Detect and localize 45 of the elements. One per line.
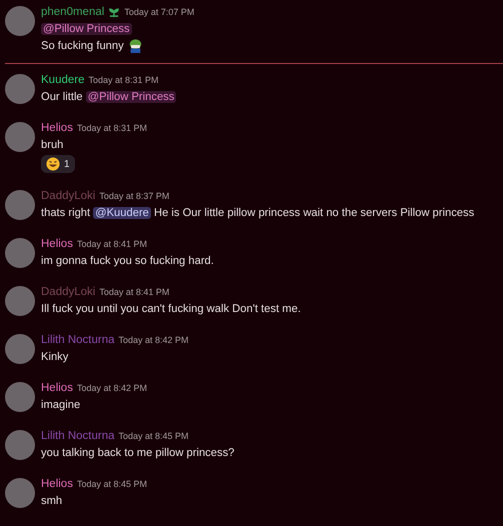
timestamp: Today at 8:37 PM xyxy=(99,191,170,201)
mention[interactable]: @Kuudere xyxy=(93,206,151,218)
username[interactable]: Helios xyxy=(41,238,73,250)
timestamp: Today at 7:07 PM xyxy=(124,7,194,17)
mention[interactable]: @Pillow Princess xyxy=(86,90,176,102)
laughing-face-icon xyxy=(46,157,60,171)
message-text: Kinky xyxy=(41,350,68,362)
timestamp: Today at 8:41 PM xyxy=(99,287,170,297)
username[interactable]: phen0menal xyxy=(41,6,104,18)
message-text: Our little xyxy=(41,90,84,102)
username[interactable]: Lilith Nocturna xyxy=(41,430,115,442)
username[interactable]: Kuudere xyxy=(41,74,84,86)
username[interactable]: Helios xyxy=(41,122,73,134)
avatar[interactable] xyxy=(5,334,35,364)
timestamp: Today at 8:45 PM xyxy=(118,431,189,441)
avatar[interactable] xyxy=(5,122,35,152)
avatar[interactable] xyxy=(5,430,35,460)
avatar[interactable] xyxy=(5,190,35,220)
timestamp: Today at 8:42 PM xyxy=(76,383,148,393)
reaction-button[interactable]: 1 xyxy=(41,155,75,173)
avatar[interactable] xyxy=(5,6,35,36)
timestamp: Today at 8:31 PM xyxy=(88,75,159,85)
timestamp: Today at 8:41 PM xyxy=(76,239,148,249)
message-text: So fucking funny xyxy=(41,40,124,52)
username[interactable]: Helios xyxy=(41,382,73,394)
avatar[interactable] xyxy=(5,478,35,508)
avatar[interactable] xyxy=(5,238,35,268)
message-text: im gonna fuck you so fucking hard. xyxy=(41,254,214,266)
avatar[interactable] xyxy=(5,74,35,104)
message-text: He is Our little pillow princess wait no the servers Pillow princess xyxy=(152,206,474,218)
leaf-icon xyxy=(108,6,120,18)
username[interactable]: Lilith Nocturna xyxy=(41,334,115,346)
timestamp: Today at 8:42 PM xyxy=(118,335,189,345)
timestamp: Today at 8:31 PM xyxy=(76,123,148,133)
message-text: thats right xyxy=(41,206,92,218)
message-text: Ill fuck you until you can't fucking walk Don't test me. xyxy=(41,302,301,314)
username[interactable]: Helios xyxy=(41,478,73,490)
timestamp: Today at 8:45 PM xyxy=(76,479,148,489)
message-text: you talking back to me pillow princess? xyxy=(41,446,234,458)
avatar[interactable] xyxy=(5,382,35,412)
message-text: smh xyxy=(41,494,62,506)
avatar[interactable] xyxy=(5,286,35,316)
message-text: imagine xyxy=(41,398,80,410)
mention[interactable]: @Pillow Princess xyxy=(41,22,132,34)
message-text: bruh xyxy=(41,138,64,150)
